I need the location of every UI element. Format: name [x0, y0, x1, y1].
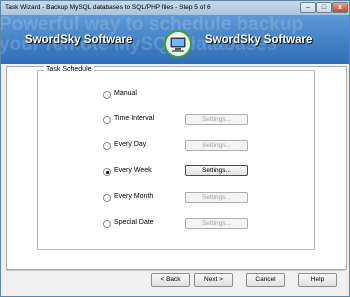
- every-week-settings-button[interactable]: Settings...: [185, 165, 248, 176]
- next-button[interactable]: Next >: [194, 273, 233, 287]
- header-banner: Powerful way to schedule backup your rem…: [1, 15, 349, 64]
- special-date-label: Special Date: [114, 219, 154, 226]
- help-button[interactable]: Help: [298, 273, 337, 287]
- cancel-button[interactable]: Cancel: [246, 273, 285, 287]
- title-bar[interactable]: Task Wizard - Backup MySQL databases to …: [1, 1, 349, 15]
- manual-label: Manual: [114, 90, 137, 97]
- every-week-label: Every Week: [114, 167, 152, 174]
- time-interval-radio[interactable]: [103, 116, 111, 124]
- every-day-label: Every Day: [114, 141, 147, 148]
- every-month-label: Every Month: [114, 193, 154, 200]
- task-schedule-group: Task Schedule: [37, 66, 315, 250]
- every-day-settings-button[interactable]: Settings...: [185, 140, 248, 151]
- banner-watermark-line1: Powerful way to schedule backup: [1, 15, 304, 35]
- every-month-radio[interactable]: [103, 194, 111, 202]
- minimize-button[interactable]: –: [300, 2, 316, 13]
- computer-monitor-icon: [164, 30, 192, 58]
- time-interval-label: Time Interval: [114, 115, 155, 122]
- footer-divider: [6, 270, 345, 271]
- brand-name-left: SwordSky Software: [25, 34, 133, 46]
- back-button[interactable]: < Back: [151, 273, 190, 287]
- every-day-radio[interactable]: [103, 142, 111, 150]
- group-title: Task Schedule: [44, 66, 94, 73]
- time-interval-settings-button[interactable]: Settings...: [185, 114, 248, 125]
- every-week-radio[interactable]: [103, 168, 111, 176]
- brand-name-right: SwordSky Software: [205, 34, 313, 46]
- maximize-button[interactable]: □: [316, 2, 332, 13]
- wizard-window: Task Wizard - Backup MySQL databases to …: [0, 0, 350, 297]
- manual-radio[interactable]: [103, 91, 111, 99]
- special-date-settings-button[interactable]: Settings...: [185, 218, 248, 229]
- special-date-radio[interactable]: [103, 220, 111, 228]
- window-title: Task Wizard - Backup MySQL databases to …: [5, 4, 211, 11]
- close-button[interactable]: x: [332, 2, 348, 13]
- radio-selected-dot: [106, 171, 109, 174]
- every-month-settings-button[interactable]: Settings...: [185, 192, 248, 203]
